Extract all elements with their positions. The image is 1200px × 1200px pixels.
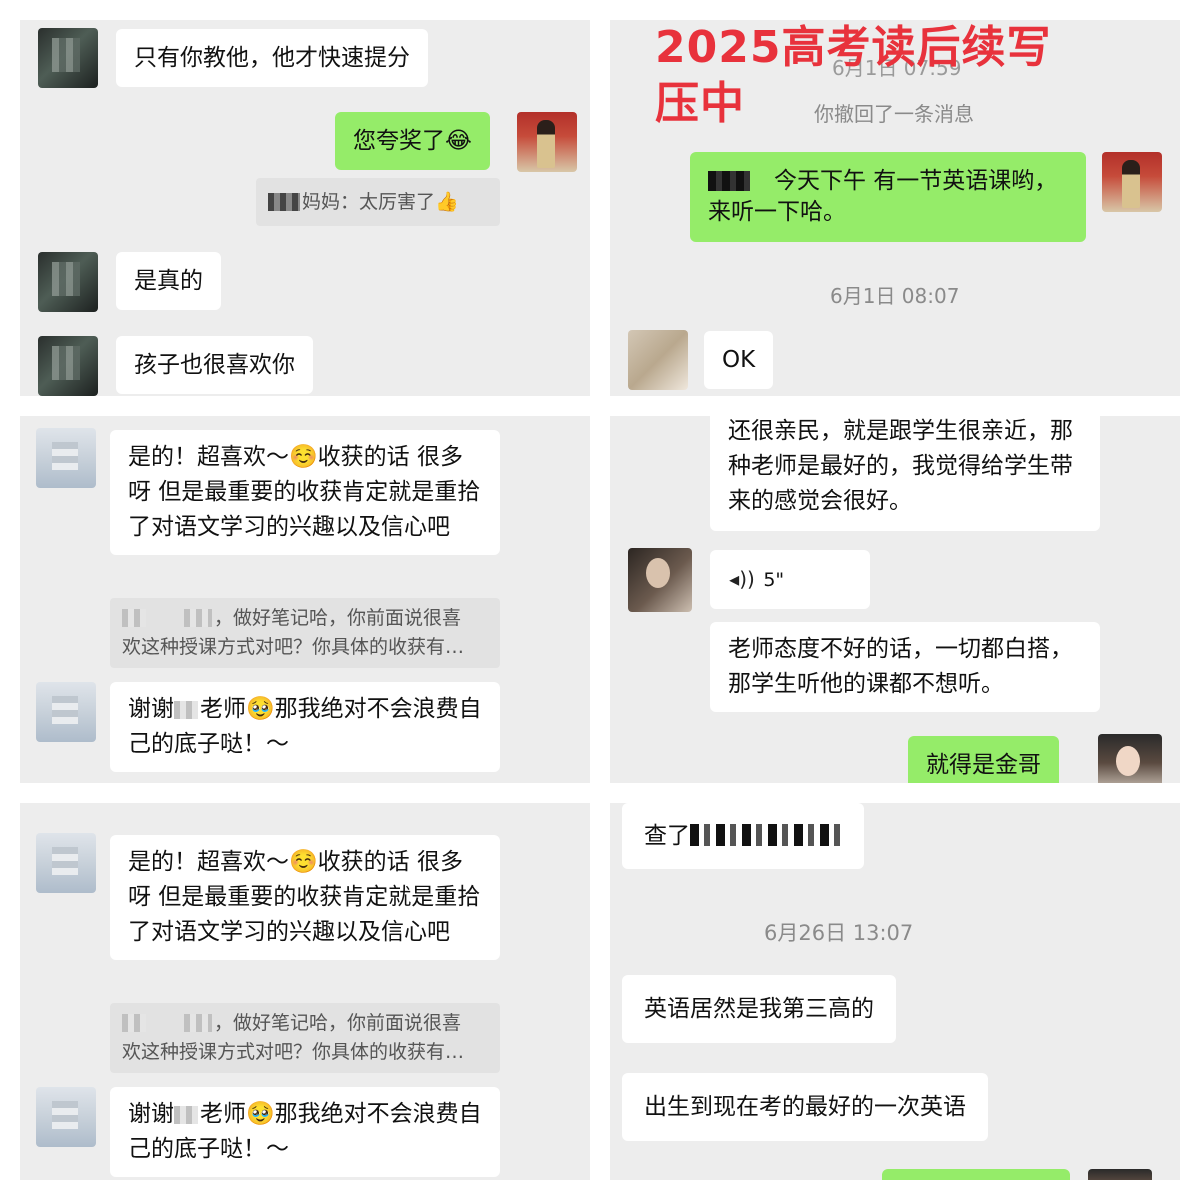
quoted-message[interactable]: ，做好笔记哈，你前面说很喜 欢这种授课方式对吧？你具体的收获有… [110, 598, 500, 668]
chat-screenshot-3: 是的！超喜欢～☺️收获的话 很多呀 但是最重要的收获肯定就是重拾了对语文学习的兴… [20, 416, 590, 783]
timestamp: 6月26日 13:07 [764, 921, 914, 945]
message-bubble[interactable]: 老师态度不好的话，一切都白搭，那学生听他的课都不想听。 [710, 622, 1100, 712]
redacted-name [184, 1014, 212, 1032]
contact-avatar[interactable] [38, 28, 98, 88]
self-avatar[interactable] [1088, 1169, 1152, 1180]
redacted-name [708, 171, 750, 191]
quoted-message[interactable]: 妈妈：太厉害了👍 [256, 178, 500, 226]
redacted-name [122, 1014, 146, 1032]
message-bubble[interactable]: 还很亲民，就是跟学生很亲近，那种老师是最好的，我觉得给学生带来的感觉会很好。 [710, 416, 1100, 531]
contact-avatar[interactable] [36, 428, 96, 488]
smiling-emoji-icon: ☺️ [289, 849, 318, 875]
quoted-message[interactable]: ，做好笔记哈，你前面说很喜 欢这种授课方式对吧？你具体的收获有… [110, 1003, 500, 1073]
redacted-score [690, 824, 840, 846]
message-bubble[interactable]: 出生到现在考的最好的一次英语 [622, 1073, 988, 1141]
self-avatar[interactable] [1098, 734, 1162, 783]
chat-screenshot-6: 查了 6月26日 13:07 英语居然是我第三高的 出生到现在考的最好的一次英语 [610, 803, 1180, 1180]
message-bubble[interactable]: OK [704, 331, 774, 389]
self-avatar[interactable] [517, 112, 577, 172]
self-avatar[interactable] [1102, 152, 1162, 212]
message-bubble[interactable]: 是的！超喜欢～☺️收获的话 很多呀 但是最重要的收获肯定就是重拾了对语文学习的兴… [110, 430, 500, 555]
recall-notice: 你撤回了一条消息 [814, 102, 974, 126]
chat-screenshot-4: 还很亲民，就是跟学生很亲近，那种老师是最好的，我觉得给学生带来的感觉会很好。 ◂… [610, 416, 1180, 783]
pleading-face-emoji-icon: 🥹 [246, 696, 275, 722]
message-bubble[interactable]: 谢谢 老师🥹那我绝对不会浪费自己的底子哒！～ [110, 1087, 500, 1177]
pleading-face-emoji-icon: 🥹 [246, 1101, 275, 1127]
chat-screenshot-1: 只有你教他，他才快速提分 您夸奖了😂 妈妈：太厉害了👍 是真的 孩子也很喜欢你 [20, 20, 590, 396]
message-bubble-self-partial[interactable] [882, 1169, 1070, 1180]
contact-avatar[interactable] [36, 1087, 96, 1147]
message-bubble-self[interactable]: 就得是金哥 [908, 736, 1059, 783]
thumbs-up-emoji-icon: 👍 [435, 191, 459, 213]
chat-screenshot-5: 是的！超喜欢～☺️收获的话 很多呀 但是最重要的收获肯定就是重拾了对语文学习的兴… [20, 803, 590, 1180]
redacted-name [174, 1106, 198, 1124]
contact-avatar[interactable] [628, 548, 692, 612]
chat-screenshot-2: 6月1日 07:59 2025高考读后续写 压中 你撤回了一条消息 今天下午 有… [610, 20, 1180, 396]
message-bubble[interactable]: 谢谢 老师🥹那我绝对不会浪费自己的底子哒！～ [110, 682, 500, 772]
contact-avatar[interactable] [36, 682, 96, 742]
message-bubble[interactable]: 孩子也很喜欢你 [116, 336, 313, 394]
smiling-emoji-icon: ☺️ [289, 444, 318, 470]
message-bubble[interactable]: 英语居然是我第三高的 [622, 975, 896, 1043]
contact-avatar[interactable] [38, 252, 98, 312]
message-bubble-self[interactable]: 今天下午 有一节英语课哟， 来听一下哈。 [690, 152, 1086, 242]
laughing-crying-emoji-icon: 😂 [445, 128, 472, 154]
voice-message[interactable]: ◂)) 5" [710, 550, 870, 609]
redacted-name [268, 193, 300, 211]
overlay-title-line2: 压中 [655, 78, 745, 129]
contact-avatar[interactable] [628, 330, 688, 390]
contact-avatar[interactable] [38, 336, 98, 396]
timestamp: 6月1日 08:07 [830, 284, 960, 308]
redacted-name [184, 609, 212, 627]
redacted-name [122, 609, 146, 627]
message-bubble-self[interactable]: 您夸奖了😂 [335, 112, 490, 170]
message-bubble[interactable]: 查了 [622, 803, 864, 869]
message-bubble[interactable]: 是的！超喜欢～☺️收获的话 很多呀 但是最重要的收获肯定就是重拾了对语文学习的兴… [110, 835, 500, 960]
message-bubble[interactable]: 是真的 [116, 252, 221, 310]
contact-avatar[interactable] [36, 833, 96, 893]
message-bubble[interactable]: 只有你教他，他才快速提分 [116, 29, 428, 87]
overlay-title: 2025高考读后续写 [655, 22, 1052, 73]
redacted-name [174, 701, 198, 719]
voice-wave-icon: ◂)) [729, 567, 755, 591]
